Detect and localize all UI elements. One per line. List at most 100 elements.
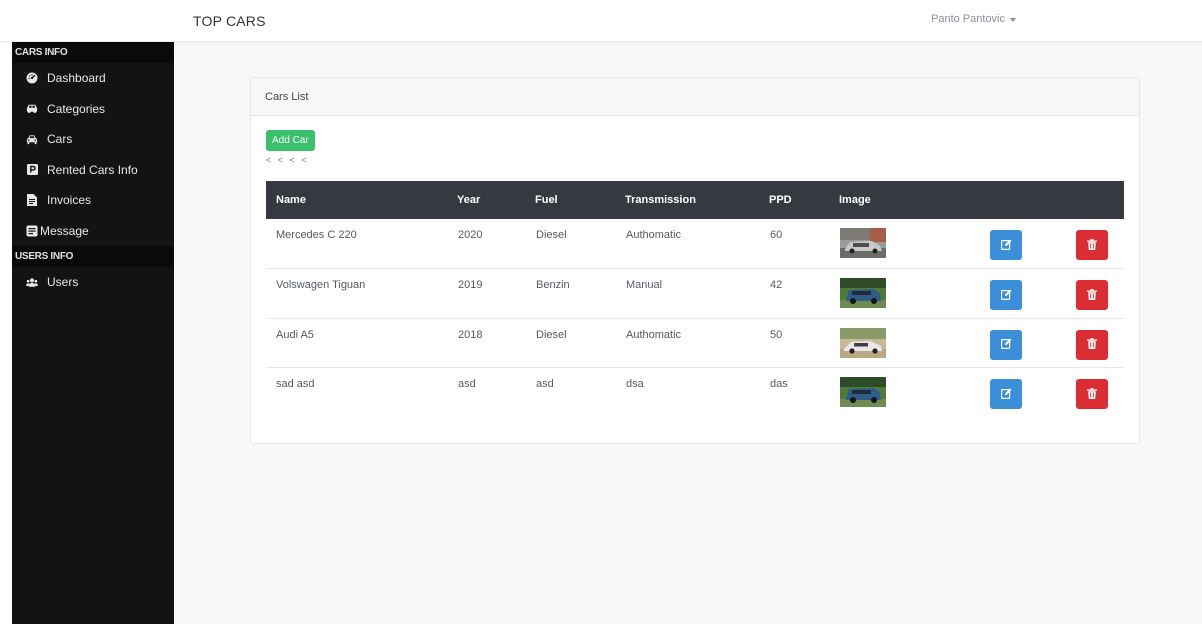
edit-icon: [1000, 288, 1012, 303]
sidebar-heading-cars-info: CARS INFO: [12, 42, 174, 63]
cell-fuel: asd: [536, 378, 554, 390]
cars-list-card: Cars List Add Car < < < < Name Year Fuel…: [250, 77, 1140, 444]
cell-edit: [989, 318, 1075, 368]
table-header: Name Year Fuel Transmission PPD Image: [266, 181, 1124, 219]
table-row: Audi A5 2018 Diesel Authomatic 50: [266, 318, 1124, 368]
cell-delete: [1075, 318, 1124, 368]
sidebar-item-users[interactable]: Users: [12, 267, 174, 298]
sidebar-item-cars[interactable]: Cars: [12, 124, 174, 155]
table-row: Mercedes C 220 2020 Diesel Authomatic 60: [266, 219, 1124, 269]
edit-icon: [1000, 387, 1012, 402]
delete-button[interactable]: [1076, 230, 1108, 260]
pagination-prev-links[interactable]: < < < <: [266, 155, 309, 165]
table-body: Mercedes C 220 2020 Diesel Authomatic 60: [266, 219, 1124, 417]
sidebar-item-label: Categories: [47, 101, 106, 116]
column-header-fuel: Fuel: [535, 181, 625, 219]
cell-edit: [989, 268, 1075, 319]
cars-table: Name Year Fuel Transmission PPD Image Me…: [266, 181, 1124, 417]
table-row: Volswagen Tiguan 2019 Benzin Manual 42: [266, 268, 1124, 319]
edit-button[interactable]: [990, 379, 1022, 409]
add-car-button[interactable]: Add Car: [266, 130, 315, 151]
cell-edit: [989, 219, 1075, 269]
sidebar-item-label: Users: [47, 275, 79, 290]
car-icon: [26, 133, 38, 145]
invoice-icon: [26, 194, 38, 207]
column-header-image: Image: [839, 181, 989, 219]
sidebar-item-categories[interactable]: Categories: [12, 94, 174, 125]
edit-button[interactable]: [990, 329, 1022, 360]
cell-name: Volswagen Tiguan: [266, 268, 457, 319]
cell-image: [839, 219, 989, 269]
cell-name: Mercedes C 220: [266, 219, 457, 269]
sidebar-item-invoices[interactable]: Invoices: [12, 185, 174, 216]
sidebar-item-label: Cars: [47, 132, 73, 147]
car-side-icon: [26, 103, 38, 115]
cell-name: sad asd: [276, 378, 315, 390]
sidebar-item-label: Dashboard: [47, 71, 106, 86]
cell-delete: [1075, 268, 1124, 319]
delete-button[interactable]: [1076, 280, 1108, 310]
tachometer-icon: [26, 72, 38, 84]
column-header-delete: [1075, 181, 1124, 219]
edit-icon: [1000, 337, 1012, 352]
cell-delete: [1075, 219, 1124, 269]
cell-ppd: 60: [769, 219, 839, 269]
column-header-edit: [989, 181, 1075, 219]
edit-button[interactable]: [990, 280, 1022, 310]
cell-image: [839, 268, 989, 319]
sidebar-heading-users-info: USERS INFO: [12, 246, 174, 267]
sidebar: CARS INFO Dashboard Categories Cars Rent…: [12, 42, 174, 624]
column-header-ppd: PPD: [769, 181, 839, 219]
user-name: Panto Pantovic: [931, 13, 1005, 25]
table-header-row: Name Year Fuel Transmission PPD Image: [266, 181, 1124, 219]
cell-edit: [989, 368, 1075, 418]
trash-icon: [1087, 238, 1097, 253]
card-title: Cars List: [251, 78, 1139, 116]
top-navbar: TOP CARS Panto Pantovic: [0, 0, 1202, 42]
parking-icon: [26, 164, 38, 176]
trash-icon: [1087, 387, 1097, 402]
car-thumbnail-image: [840, 278, 886, 308]
sidebar-item-message[interactable]: Message: [12, 216, 174, 247]
cell-fuel: Diesel: [535, 318, 625, 368]
column-header-name: Name: [266, 181, 457, 219]
sidebar-item-dashboard[interactable]: Dashboard: [12, 63, 174, 94]
message-icon: [26, 225, 38, 237]
app-root: TOP CARS Panto Pantovic CARS INFO Dashbo…: [0, 0, 1202, 624]
cell-transmission: Manual: [625, 268, 769, 319]
cell-name: Audi A5: [266, 318, 457, 368]
car-thumbnail-image: [840, 377, 886, 407]
column-header-year: Year: [457, 181, 535, 219]
cell-fuel: Diesel: [535, 219, 625, 269]
cell-image: [839, 368, 989, 418]
users-icon: [26, 276, 38, 288]
cell-fuel: Benzin: [535, 268, 625, 319]
brand-title[interactable]: TOP CARS: [193, 13, 266, 29]
column-header-transmission: Transmission: [625, 181, 769, 219]
cell-ppd: 42: [769, 268, 839, 319]
cell-delete: [1075, 368, 1124, 418]
sidebar-item-label: Rented Cars Info: [47, 162, 138, 177]
cell-transmission: Authomatic: [625, 219, 769, 269]
table-row: sad asd asd asd dsa das: [266, 368, 1124, 418]
car-thumbnail-image: [840, 327, 886, 358]
trash-icon: [1087, 337, 1097, 352]
edit-icon: [1000, 238, 1012, 253]
sidebar-item-rented-cars-info[interactable]: Rented Cars Info: [12, 155, 174, 186]
cell-transmission: dsa: [626, 378, 644, 390]
cell-ppd: 50: [769, 318, 839, 368]
delete-button[interactable]: [1076, 329, 1108, 360]
cell-year: 2020: [457, 219, 535, 269]
sidebar-item-label: Invoices: [47, 193, 92, 208]
cell-transmission: Authomatic: [625, 318, 769, 368]
car-thumbnail-image: [840, 228, 886, 258]
cell-year: 2019: [457, 268, 535, 319]
cell-year: asd: [458, 378, 476, 390]
sidebar-item-label: Message: [40, 223, 89, 238]
trash-icon: [1087, 288, 1097, 303]
delete-button[interactable]: [1076, 379, 1108, 409]
caret-down-icon: [1010, 17, 1016, 22]
cell-ppd: das: [770, 378, 788, 390]
edit-button[interactable]: [990, 230, 1022, 260]
user-menu-dropdown[interactable]: Panto Pantovic: [931, 13, 1016, 25]
